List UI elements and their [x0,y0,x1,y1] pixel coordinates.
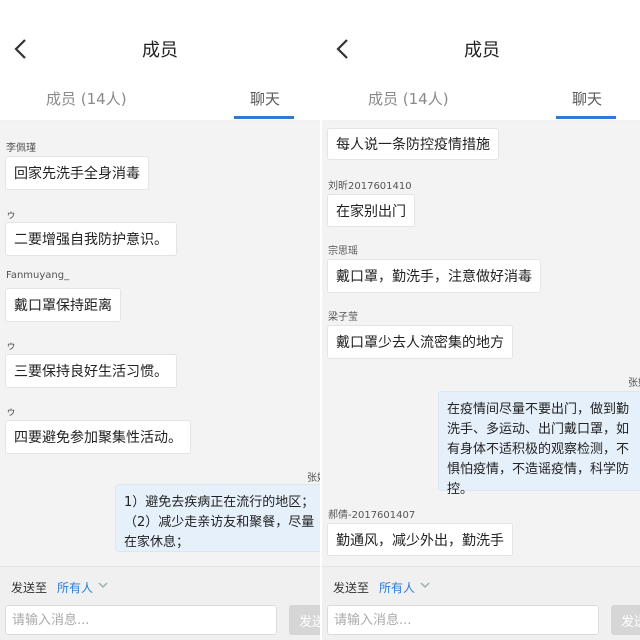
message-sender: 宗思瑶 [328,246,358,257]
input-bar: 发送 [322,602,640,640]
tab-chat[interactable]: 聊天 [572,88,602,109]
recipient-selector[interactable]: 所有人 [379,579,415,596]
active-tab-indicator [556,116,616,119]
message-bubble: 四要避免参加聚集性活动。 [5,420,191,454]
message-line: 在家休息； [124,535,190,550]
header: 成员 成员 (14人) 聊天 [322,0,640,120]
message-bubble: 每人说一条防控疫情措施 [327,128,499,160]
message-bubble-self: 在疫情间尽量不要出门，做到勤 洗手、多运动、出门戴口罩，如 有身体不适积极的观察… [438,391,640,497]
message-sender: ゥ [6,210,16,221]
message-bubble: 回家先洗手全身消毒 [5,156,149,190]
message-line: （2）减少走亲访友和聚餐，尽量 [124,515,315,530]
message-bubble: 二要增强自我防护意识。 [5,222,177,256]
message-list[interactable]: 每人说一条防控疫情措施 刘昕2017601410 在家别出门 宗思瑶 戴口罩，勤… [322,124,640,566]
message-line: 惧怕疫情，不造谣疫情，科学防 [447,462,630,477]
chevron-down-icon[interactable] [98,581,108,589]
send-to-bar: 发送至 所有人 [322,566,640,602]
message-bubble: 戴口罩少去人流密集的地方 [327,325,513,359]
message-line: 洗手、多运动、出门戴口罩，如 [447,422,630,437]
input-bar: 发送 [0,602,320,640]
message-sender: Fanmuyang_ [6,270,70,281]
chat-panel-right: 成员 成员 (14人) 聊天 每人说一条防控疫情措施 刘昕2017601410 … [322,0,640,640]
message-line: 控。 [447,482,474,497]
active-tab-indicator [234,116,294,119]
message-input[interactable] [327,605,599,635]
send-button[interactable]: 发送 [289,605,320,635]
send-to-label: 发送至 [333,581,370,595]
recipient-selector[interactable]: 所有人 [57,579,93,596]
message-sender: 梁子莹 [328,312,358,323]
message-line: 1）避免去疾病正在流行的地区； [124,495,315,510]
message-sender: ゥ [6,407,16,418]
send-to-label: 发送至 [11,581,48,595]
message-sender: 郝倩-2017601407 [328,510,416,521]
page-title: 成员 [142,40,178,61]
message-sender-self: 张妹 [628,378,640,389]
chat-panel-left: 成员 成员 (14人) 聊天 李佩瑾 回家先洗手全身消毒 ゥ 二要增强自我防护意… [0,0,320,640]
message-sender: 刘昕2017601410 [328,181,412,192]
message-bubble: 勤通风，减少外出，勤洗手 [327,523,513,556]
tab-members[interactable]: 成员 (14人) [368,88,449,109]
page-title: 成员 [464,40,500,61]
tab-members[interactable]: 成员 (14人) [46,88,127,109]
message-line: 有身体不适积极的观察检测，不 [447,442,630,457]
send-to-bar: 发送至 所有人 [0,566,320,602]
message-bubble: 三要保持良好生活习惯。 [5,354,177,388]
message-bubble: 在家别出门 [327,194,415,227]
message-sender: 李佩瑾 [6,143,36,154]
chevron-down-icon[interactable] [420,581,430,589]
tab-chat[interactable]: 聊天 [250,88,280,109]
message-line: 在疫情间尽量不要出门，做到勤 [447,402,630,417]
message-bubble: 戴口罩，勤洗手，注意做好消毒 [327,259,541,293]
message-sender: ゥ [6,341,16,352]
header: 成员 成员 (14人) 聊天 [0,0,320,120]
send-button[interactable]: 发送 [611,605,640,635]
message-input[interactable] [5,605,277,635]
message-sender-self: 张妹 [307,473,320,484]
message-bubble: 戴口罩保持距离 [5,288,121,322]
message-bubble-self: 1）避免去疾病正在流行的地区； （2）减少走亲访友和聚餐，尽量 在家休息； [115,484,320,552]
message-list[interactable]: 李佩瑾 回家先洗手全身消毒 ゥ 二要增强自我防护意识。 Fanmuyang_ 戴… [0,124,320,566]
